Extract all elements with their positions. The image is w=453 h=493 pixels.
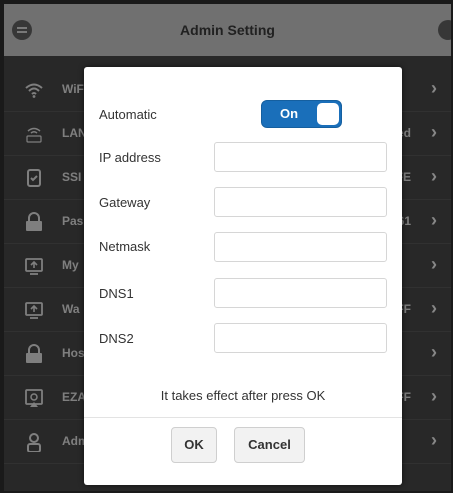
toggle-state-text: On	[279, 106, 299, 121]
notice-text: It takes effect after press OK	[160, 388, 326, 403]
dns1-label: DNS1	[99, 286, 134, 301]
netmask-label: Netmask	[99, 239, 151, 254]
netmask-input[interactable]	[214, 232, 387, 262]
automatic-label: Automatic	[99, 107, 157, 122]
network-settings-dialog: Automatic On IP address Gateway Netmask …	[84, 67, 402, 485]
dns2-input[interactable]	[214, 323, 387, 353]
gateway-label: Gateway	[99, 195, 151, 210]
toggle-knob	[317, 103, 339, 125]
dns1-input[interactable]	[214, 278, 387, 308]
ok-button[interactable]: OK	[171, 427, 217, 463]
gateway-input[interactable]	[214, 187, 387, 217]
ip-address-input[interactable]	[214, 142, 387, 172]
dns2-label: DNS2	[99, 331, 134, 346]
cancel-button[interactable]: Cancel	[234, 427, 305, 463]
ip-address-label: IP address	[99, 150, 161, 165]
dialog-divider	[84, 417, 402, 418]
automatic-toggle[interactable]: On	[261, 100, 342, 128]
